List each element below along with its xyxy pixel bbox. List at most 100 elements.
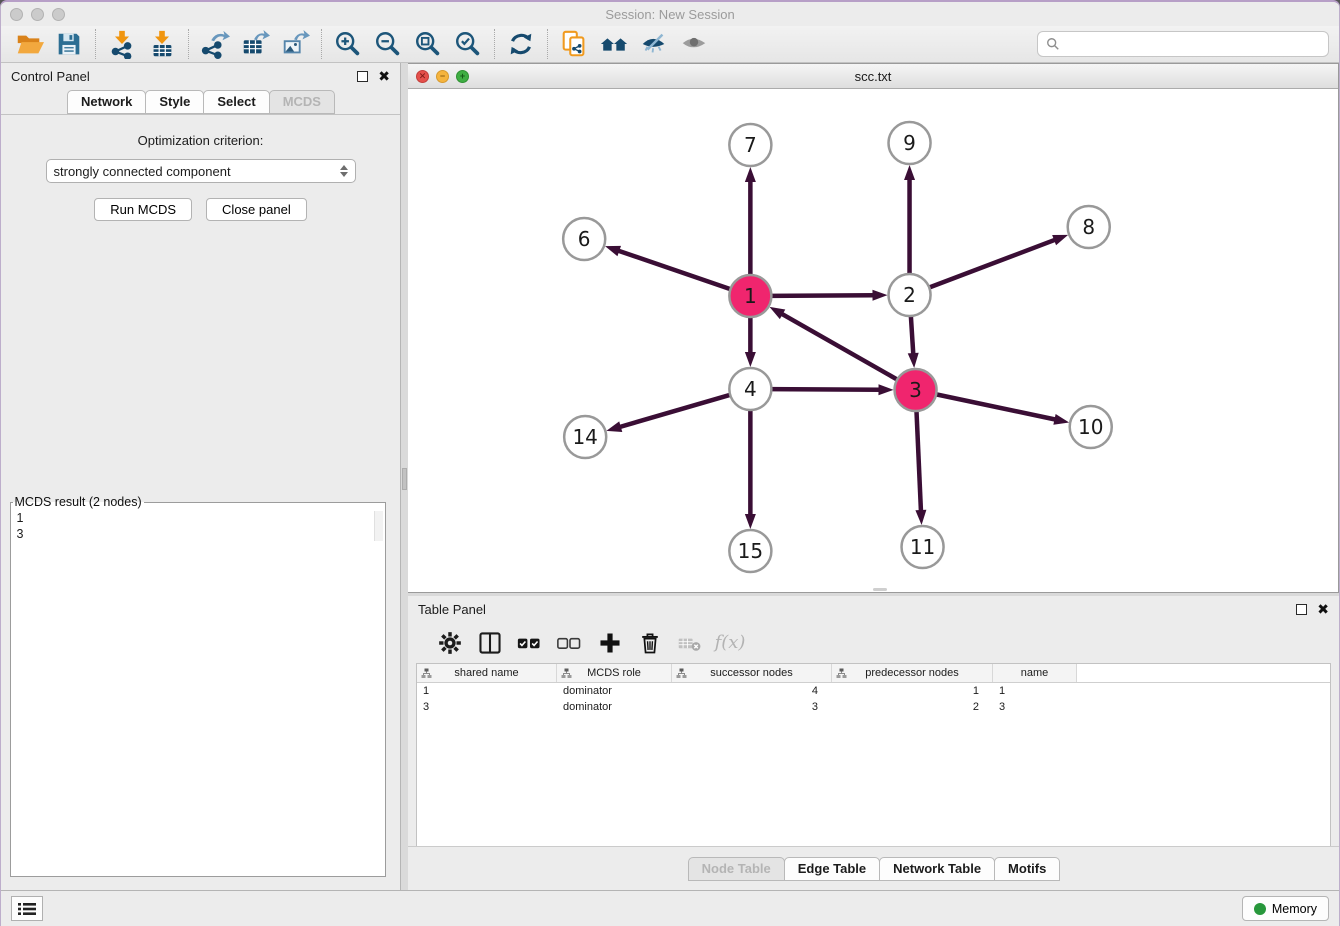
edge-arrowhead [1053,414,1069,425]
clone-network-icon[interactable] [554,28,594,60]
memory-label: Memory [1272,902,1317,916]
column-header-predecessor-nodes[interactable]: predecessor nodes [832,664,993,682]
table-cell[interactable]: 3 [672,699,832,715]
table-cell[interactable]: 1 [832,683,993,699]
import-network-icon[interactable] [102,28,142,60]
node-label-10: 10 [1078,415,1103,439]
table-cell[interactable]: 1 [417,683,557,699]
delete-column-icon[interactable] [632,626,668,660]
edge-arrowhead [872,290,887,301]
result-scrollbar[interactable] [374,511,383,541]
tab-network-table[interactable]: Network Table [879,857,995,881]
table-body: 1dominator4113dominator323 [417,683,1330,715]
float-panel-icon[interactable] [357,71,368,82]
search-input[interactable] [1065,37,1320,52]
select-all-columns-icon[interactable] [512,626,548,660]
add-column-icon[interactable] [592,626,628,660]
zoom-out-icon[interactable] [368,28,408,60]
table-row[interactable]: 1dominator411 [417,683,1330,699]
export-image-icon[interactable] [275,28,315,60]
open-session-icon[interactable] [9,28,49,60]
mcds-result-text[interactable]: 1 3 [11,509,385,543]
close-panel-icon[interactable]: ✖ [378,69,390,83]
node-label-11: 11 [910,535,935,559]
run-mcds-button[interactable]: Run MCDS [94,198,192,221]
network-window-titlebar[interactable]: ✕ − + scc.txt [408,64,1338,89]
zoom-selected-icon[interactable] [448,28,488,60]
table-cell[interactable]: 1 [993,683,1077,699]
toolbar-separator [321,29,322,59]
node-label-14: 14 [572,425,597,449]
table-cell[interactable]: 3 [417,699,557,715]
table-cell[interactable]: dominator [557,699,672,715]
splitter-grip[interactable] [402,468,407,490]
search-field[interactable] [1037,31,1329,57]
control-panel-tabs: NetworkStyleSelectMCDS [1,89,400,114]
node-label-2: 2 [903,283,916,307]
window-title: Session: New Session [1,7,1339,22]
unselect-all-columns-icon[interactable] [552,626,588,660]
memory-button[interactable]: Memory [1242,896,1329,921]
close-panel-button[interactable]: Close panel [206,198,307,221]
table-cell[interactable]: 3 [993,699,1077,715]
table-cell[interactable]: dominator [557,683,672,699]
table-cell[interactable]: 4 [672,683,832,699]
column-header-mcds-role[interactable]: MCDS role [557,664,672,682]
export-network-icon[interactable] [195,28,235,60]
export-table-icon[interactable] [235,28,275,60]
split-view-icon[interactable] [472,626,508,660]
table-cell[interactable]: 2 [832,699,993,715]
save-session-icon[interactable] [49,28,89,60]
tab-motifs[interactable]: Motifs [994,857,1060,881]
zoom-in-icon[interactable] [328,28,368,60]
close-table-panel-icon[interactable]: ✖ [1317,602,1329,616]
import-table-icon[interactable] [142,28,182,60]
edge-2-8[interactable] [928,239,1056,287]
node-label-9: 9 [903,131,916,155]
table-row[interactable]: 3dominator323 [417,699,1330,715]
tab-mcds[interactable]: MCDS [269,90,335,114]
hide-selected-icon[interactable] [634,28,674,60]
edge-4-14[interactable] [619,395,731,428]
network-resize-handle[interactable] [873,588,887,591]
edge-3-11[interactable] [916,410,921,512]
node-table[interactable]: shared nameMCDS rolesuccessor nodesprede… [416,663,1331,846]
edge-arrowhead [745,167,756,182]
edge-arrowhead [1052,235,1068,245]
float-table-panel-icon[interactable] [1296,604,1307,615]
tab-network[interactable]: Network [67,90,146,114]
tab-style[interactable]: Style [145,90,204,114]
network-canvas[interactable]: 7968124314101511 [408,89,1338,592]
edge-1-2[interactable] [770,295,874,296]
network-view-window: ✕ − + scc.txt 7968124314101511 [408,63,1339,593]
select-stepper-icon [340,165,348,177]
edge-2-3[interactable] [911,315,914,355]
edge-arrowhead [745,352,756,367]
toolbar-separator [494,29,495,59]
column-header-successor-nodes[interactable]: successor nodes [672,664,832,682]
refresh-icon[interactable] [501,28,541,60]
gear-icon[interactable] [432,626,468,660]
tab-edge-table[interactable]: Edge Table [784,857,880,881]
task-history-icon[interactable] [11,896,43,921]
edge-1-6[interactable] [617,250,731,289]
node-label-1: 1 [744,284,757,308]
first-neighbors-icon[interactable] [594,28,634,60]
tab-select[interactable]: Select [203,90,269,114]
main-area: Control Panel ✖ NetworkStyleSelectMCDS O… [1,63,1339,890]
toolbar-separator [547,29,548,59]
mcds-result-box: MCDS result (2 nodes) 1 3 [10,495,386,877]
optimization-criterion-select[interactable]: strongly connected component [46,159,356,183]
column-header-name[interactable]: name [993,664,1077,682]
edge-3-1[interactable] [781,313,898,380]
network-graph[interactable]: 7968124314101511 [408,89,1338,592]
show-all-icon[interactable] [674,28,714,60]
edge-4-3[interactable] [770,389,880,390]
edge-arrowhead [770,307,786,319]
tab-node-table[interactable]: Node Table [688,857,785,881]
edge-3-10[interactable] [935,394,1056,420]
panel-splitter[interactable] [401,63,408,890]
table-tabs: Node TableEdge TableNetwork TableMotifs [408,846,1339,890]
column-header-shared-name[interactable]: shared name [417,664,557,682]
zoom-fit-icon[interactable] [408,28,448,60]
